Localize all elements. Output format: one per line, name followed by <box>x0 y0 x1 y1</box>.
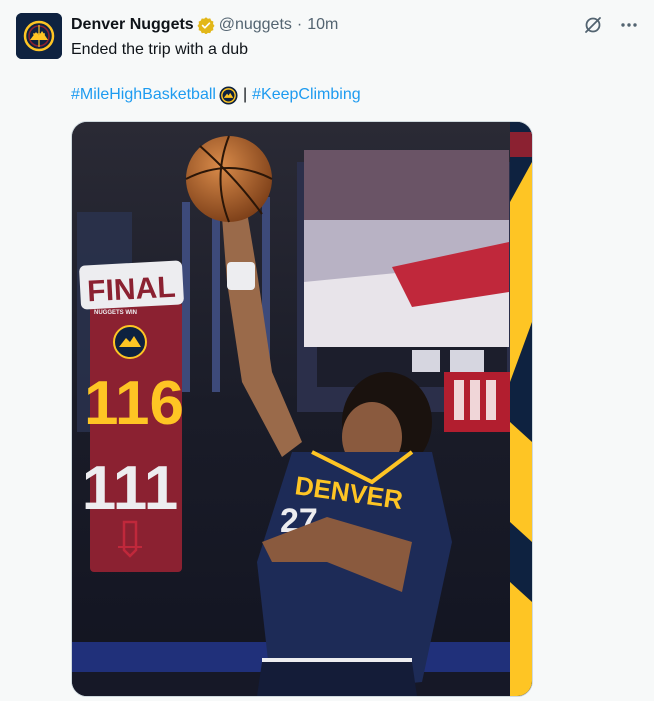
tweet-actions <box>582 14 640 36</box>
final-label: FINAL <box>86 271 176 309</box>
author-name[interactable]: Denver Nuggets <box>71 16 194 34</box>
verified-badge-icon <box>197 17 215 34</box>
hashtag-line: #MileHighBasketball | #KeepClimbing <box>71 85 361 105</box>
hashtag-milehighbasketball[interactable]: #MileHighBasketball <box>71 85 216 105</box>
final-sub-label: NUGGETS WIN <box>94 310 137 316</box>
timestamp[interactable]: 10m <box>307 16 338 34</box>
nuggets-logo <box>113 325 147 359</box>
author-handle[interactable]: @nuggets <box>219 16 292 34</box>
tweet[interactable]: Denver Nuggets @nuggets · 10m Ended the … <box>0 0 654 701</box>
avatar[interactable] <box>16 13 62 59</box>
hashtag-separator: | <box>242 86 248 103</box>
nuggets-hashflag-icon <box>219 85 238 105</box>
tweet-text: Ended the trip with a dub <box>71 41 249 58</box>
hashtag-keepclimbing[interactable]: #KeepClimbing <box>252 85 361 105</box>
grok-icon[interactable] <box>582 14 604 36</box>
more-icon[interactable] <box>618 14 640 36</box>
tweet-header: Denver Nuggets @nuggets · 10m <box>71 14 338 36</box>
opponent-score: 111 <box>82 454 179 523</box>
tweet-media-image[interactable]: DENVER 27 FINAL NUGGETS WIN 116 111 <box>71 121 533 697</box>
separator-dot: · <box>296 16 303 33</box>
nuggets-score: 116 <box>84 369 184 438</box>
